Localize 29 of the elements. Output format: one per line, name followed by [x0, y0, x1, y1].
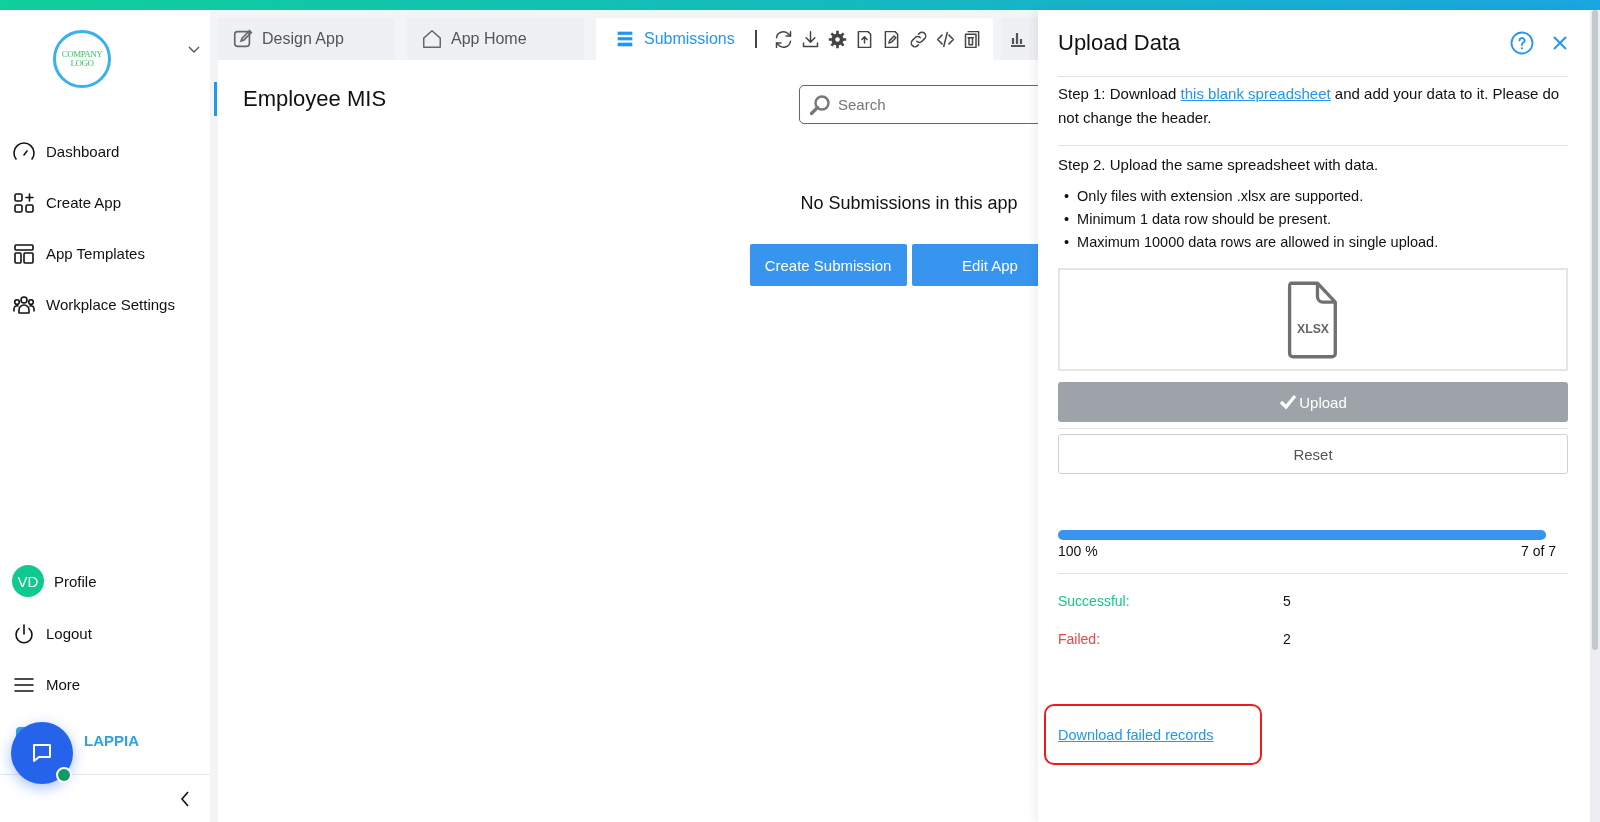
sidebar-item[interactable]: More: [0, 659, 210, 710]
company-logo: COMPANY LOGO: [53, 30, 111, 88]
bullet-mark: •: [1064, 210, 1070, 229]
profile-item[interactable]: VD Profile: [0, 554, 210, 608]
rule-item: Maximum 10000 data rows are allowed in single upload.: [1077, 233, 1439, 252]
brand-name: LAPPIA: [84, 731, 139, 749]
result-value: 2: [1283, 631, 1291, 647]
tab[interactable]: Design App: [218, 18, 395, 60]
result-value: 5: [1283, 593, 1291, 609]
reset-button[interactable]: Reset: [1058, 434, 1568, 474]
sidebar-item[interactable]: App Templates: [0, 228, 210, 279]
sidebar-item[interactable]: Create App: [0, 177, 210, 228]
sidebar-item[interactable]: Workplace Settings: [0, 279, 210, 330]
step-instruction: Step 1: Download this blank spreadsheet and add your data to it. Please do not change the header.: [1058, 77, 1568, 146]
sidebar-item[interactable]: Dashboard: [0, 126, 210, 177]
result-label: Failed:: [1058, 631, 1102, 647]
step-instruction: Step 2. Upload the same spreadsheet with data.: [1058, 156, 1380, 173]
progress-percent: 100 %: [1058, 543, 1098, 559]
tab[interactable]: App Home: [407, 18, 584, 60]
avatar: VD: [12, 565, 44, 597]
file-drop-zone[interactable]: XLSX: [1058, 268, 1568, 371]
bullet-mark: •: [1064, 187, 1070, 206]
rule-item: Minimum 1 data row should be present.: [1077, 210, 1331, 229]
result-label: Successful:: [1058, 593, 1131, 609]
empty-message: No Submissions in this app: [800, 193, 1018, 214]
sidebar-item[interactable]: Logout: [0, 608, 210, 659]
rule-item: Only files with extension .xlsx are supported.: [1077, 187, 1364, 206]
progress-count: 7 of 7: [1520, 543, 1556, 559]
panel-title: Upload Data: [1058, 30, 1182, 56]
